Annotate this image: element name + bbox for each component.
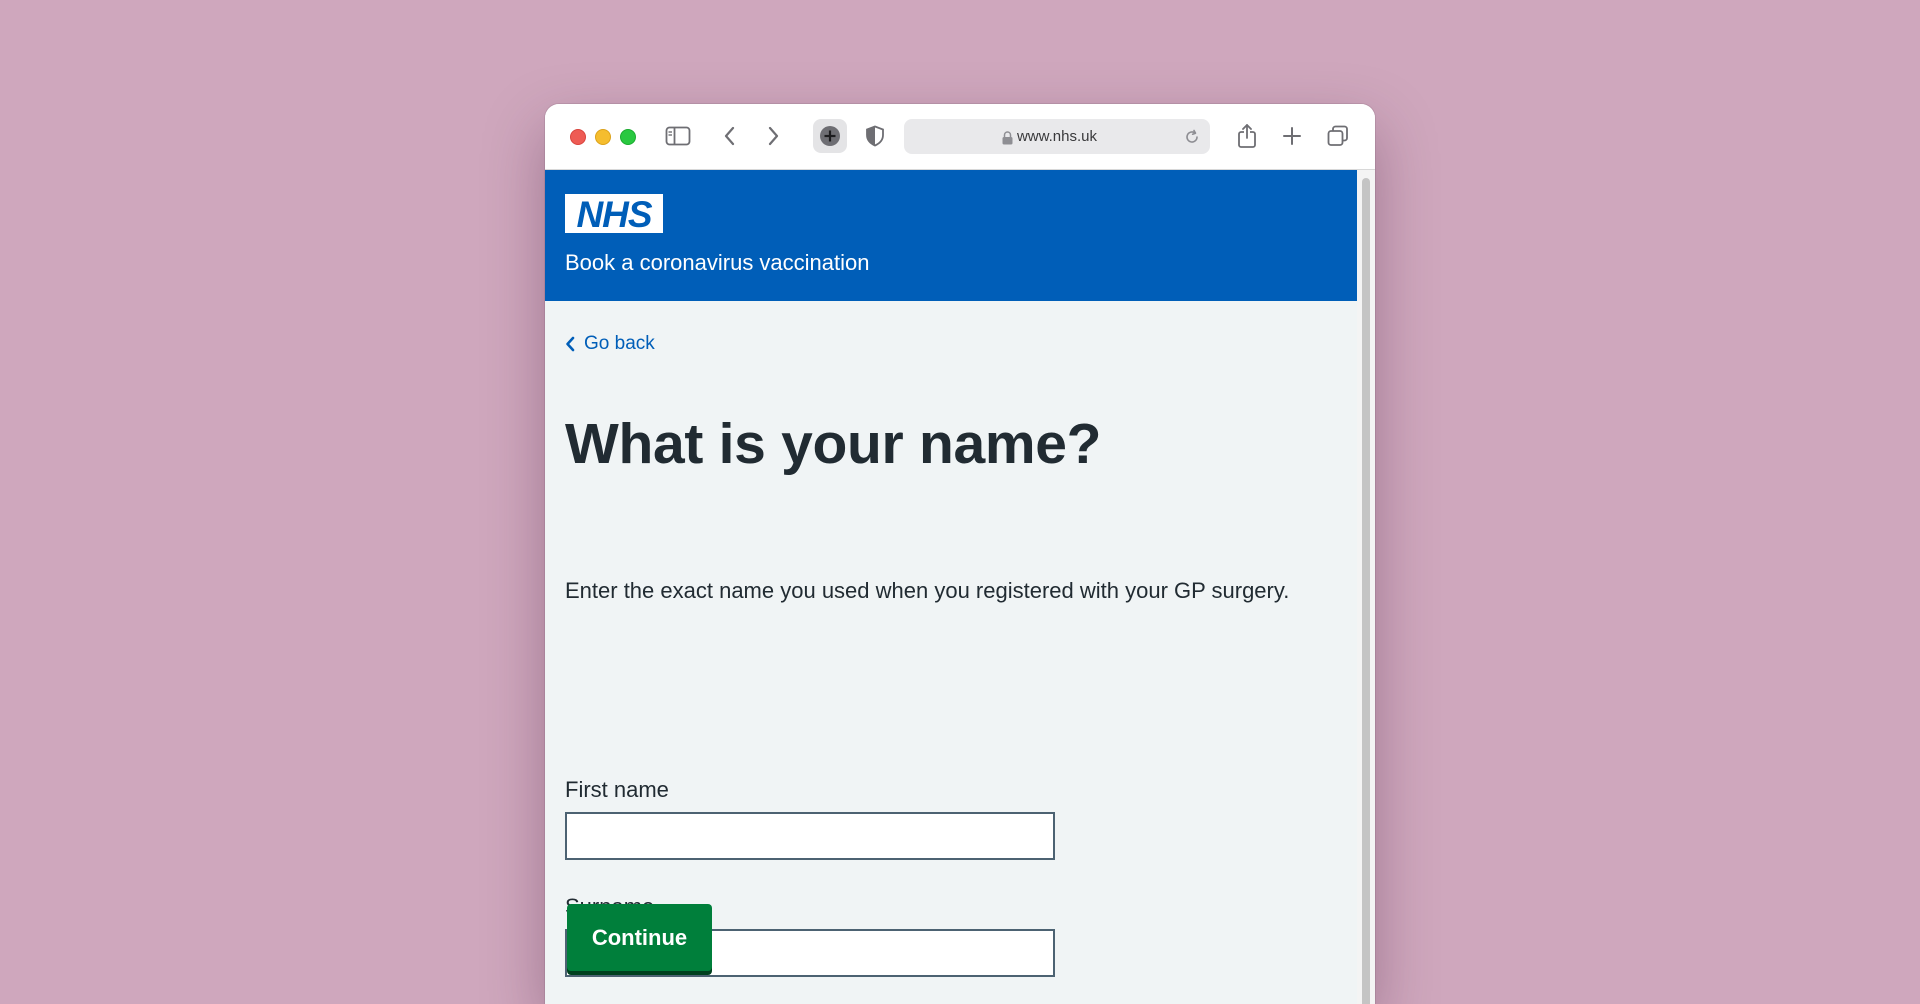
minimize-window-button[interactable] (595, 129, 611, 145)
plus-icon[interactable] (1276, 120, 1308, 152)
share-icon[interactable] (1231, 120, 1263, 152)
go-back-label: Go back (584, 333, 655, 354)
chevron-left-icon[interactable] (714, 120, 746, 152)
scrollbar[interactable] (1357, 170, 1375, 1004)
nhs-header: NHS Book a coronavirus vaccination (545, 170, 1357, 301)
reload-icon[interactable] (1184, 129, 1200, 149)
first-name-field[interactable] (565, 812, 1055, 860)
nhs-logo-text: NHS (576, 193, 652, 235)
url-text: www.nhs.uk (1016, 128, 1098, 145)
tabs-overview-icon[interactable] (1322, 120, 1354, 152)
browser-window: www.nhs.uk NHS Book a coronavirus vaccin… (545, 104, 1375, 1004)
nhs-logo[interactable]: NHS (565, 193, 663, 235)
plus-circle-icon (820, 126, 840, 146)
page-title: What is your name? (565, 412, 1102, 476)
go-back-link[interactable]: Go back (565, 333, 655, 355)
service-name[interactable]: Book a coronavirus vaccination (565, 250, 870, 276)
chevron-right-icon[interactable] (757, 120, 789, 152)
hint-text: Enter the exact name you used when you r… (565, 578, 1290, 603)
sidebar-icon[interactable] (662, 120, 694, 152)
close-window-button[interactable] (570, 129, 586, 145)
maximize-window-button[interactable] (620, 129, 636, 145)
scrollbar-thumb[interactable] (1362, 178, 1370, 1004)
first-name-label: First name (565, 777, 669, 802)
address-bar[interactable]: www.nhs.uk (904, 119, 1210, 154)
chevron-left-icon (565, 336, 575, 352)
browser-toolbar: www.nhs.uk (545, 104, 1375, 170)
extension-button[interactable] (813, 119, 847, 153)
shield-icon[interactable] (859, 120, 891, 152)
web-page: NHS Book a coronavirus vaccination Go ba… (545, 170, 1357, 1004)
continue-button[interactable]: Continue (567, 904, 712, 971)
